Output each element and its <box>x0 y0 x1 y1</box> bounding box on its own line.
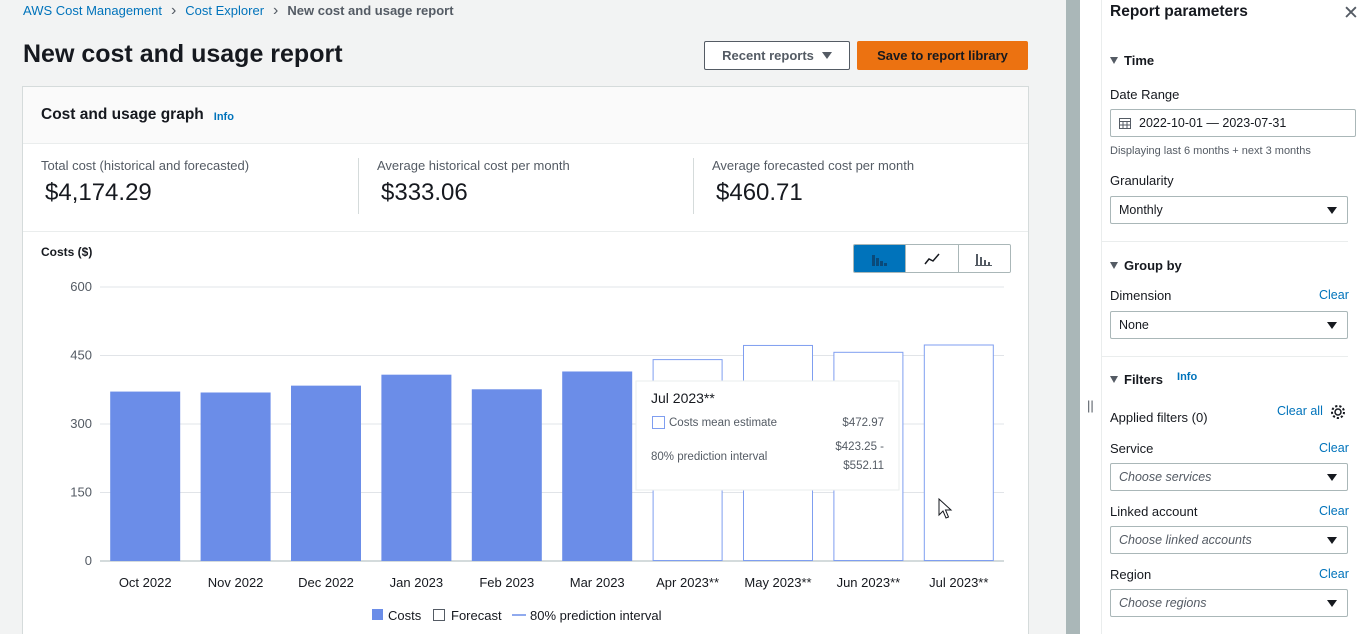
linked-account-label: Linked account <box>1110 504 1198 519</box>
dimension-label: Dimension <box>1110 288 1172 303</box>
cost-bar <box>562 371 633 561</box>
chart-tooltip: Jul 2023** Costs mean estimate $472.97 80% … <box>635 380 900 491</box>
x-tick-label: Jul 2023** <box>929 575 988 590</box>
x-tick-label: Nov 2022 <box>208 575 264 590</box>
section-title: Group by <box>1124 258 1182 273</box>
date-range-value: 2022-10-01 — 2023-07-31 <box>1139 116 1287 130</box>
service-placeholder: Choose services <box>1119 470 1212 484</box>
cost-bar <box>291 385 361 561</box>
tooltip-swatch <box>652 416 665 429</box>
date-range-label: Date Range <box>1110 87 1180 102</box>
tooltip-row2-label: 80% prediction interval <box>651 451 767 463</box>
legend-swatch-forecast <box>433 609 445 621</box>
region-placeholder: Choose regions <box>1119 596 1207 610</box>
triangle-down-icon <box>1110 57 1118 64</box>
tooltip-row2-value-b: $552.11 <box>843 460 884 472</box>
cost-bar <box>200 392 271 561</box>
dimension-value: None <box>1119 318 1149 332</box>
x-tick-label: Mar 2023 <box>570 575 625 590</box>
triangle-down-icon <box>1110 376 1118 383</box>
close-icon[interactable]: ✕ <box>1343 2 1359 25</box>
legend-label-costs: Costs <box>388 608 422 623</box>
date-range-input[interactable]: 2022-10-01 — 2023-07-31 <box>1110 109 1356 137</box>
x-tick-label: Oct 2022 <box>119 575 172 590</box>
linked-account-placeholder: Choose linked accounts <box>1119 533 1252 547</box>
x-tick-label: Jan 2023 <box>390 575 444 590</box>
tooltip-row2-value-a: $423.25 - <box>835 441 884 453</box>
service-label: Service <box>1110 441 1154 456</box>
legend-swatch-costs <box>372 609 383 620</box>
section-time-toggle[interactable]: Time <box>1110 53 1154 68</box>
tooltip-title: Jul 2023** <box>651 390 715 406</box>
drag-handle-icon[interactable]: || <box>1087 398 1094 413</box>
linked-account-clear-link[interactable]: Clear <box>1319 504 1349 518</box>
date-range-hint: Displaying last 6 months + next 3 months <box>1110 145 1311 157</box>
x-tick-label: Jun 2023** <box>837 575 901 590</box>
clear-all-link[interactable]: Clear all <box>1277 404 1323 418</box>
forecast-bar <box>923 344 994 561</box>
caret-down-icon <box>1327 537 1337 544</box>
linked-account-select[interactable]: Choose linked accounts <box>1110 526 1348 554</box>
caret-down-icon <box>1327 322 1337 329</box>
cost-bar <box>381 374 452 561</box>
divider <box>1102 241 1348 242</box>
x-tick-label: Apr 2023** <box>656 575 719 590</box>
panel-splitter[interactable] <box>1066 0 1080 634</box>
y-tick-label: 300 <box>70 416 92 431</box>
divider <box>1102 356 1348 357</box>
gear-icon[interactable] <box>1330 404 1346 420</box>
dimension-clear-link[interactable]: Clear <box>1319 288 1349 302</box>
caret-down-icon <box>1327 207 1337 214</box>
x-tick-label: Dec 2022 <box>298 575 354 590</box>
section-title: Filters <box>1124 372 1164 387</box>
section-filters-toggle[interactable]: Filters Info <box>1110 371 1197 387</box>
region-clear-link[interactable]: Clear <box>1319 567 1349 581</box>
panel-title: Report parameters <box>1110 3 1248 20</box>
section-title: Time <box>1124 53 1155 68</box>
caret-down-icon <box>1327 600 1337 607</box>
cost-bar <box>471 389 542 561</box>
granularity-select[interactable]: Monthly <box>1110 196 1348 224</box>
calendar-icon <box>1119 118 1131 129</box>
panel-gutter <box>1080 0 1102 634</box>
y-tick-label: 600 <box>70 279 92 294</box>
y-tick-label: 150 <box>70 485 92 500</box>
report-parameters-panel: Report parameters ✕ Time Date Range 2022… <box>1102 0 1366 634</box>
tooltip-row1-value: $472.97 <box>842 417 884 429</box>
service-clear-link[interactable]: Clear <box>1319 441 1349 455</box>
x-tick-label: May 2023** <box>744 575 811 590</box>
section-group-by-toggle[interactable]: Group by <box>1110 258 1182 273</box>
granularity-label: Granularity <box>1110 173 1174 188</box>
region-select[interactable]: Choose regions <box>1110 589 1348 617</box>
legend-label-interval: 80% prediction interval <box>530 608 662 623</box>
cost-chart: 0 150 300 450 600 Oct 2022 Nov 2022 Dec 2022 Jan… <box>70 279 1004 623</box>
legend-label-forecast: Forecast <box>451 608 502 623</box>
caret-down-icon <box>1327 474 1337 481</box>
triangle-down-icon <box>1110 262 1118 269</box>
applied-filters-label: Applied filters (0) <box>1110 410 1208 425</box>
tooltip-row1-label: Costs mean estimate <box>669 417 777 429</box>
filters-info-link[interactable]: Info <box>1177 371 1197 383</box>
dimension-select[interactable]: None <box>1110 311 1348 339</box>
region-label: Region <box>1110 567 1152 582</box>
cost-bar <box>110 391 181 561</box>
service-select[interactable]: Choose services <box>1110 463 1348 491</box>
y-tick-label: 0 <box>85 553 92 568</box>
granularity-value: Monthly <box>1119 203 1163 217</box>
y-tick-label: 450 <box>70 348 92 363</box>
x-tick-label: Feb 2023 <box>479 575 534 590</box>
main-content: AWS Cost Management › Cost Explorer › Ne… <box>0 0 1066 634</box>
